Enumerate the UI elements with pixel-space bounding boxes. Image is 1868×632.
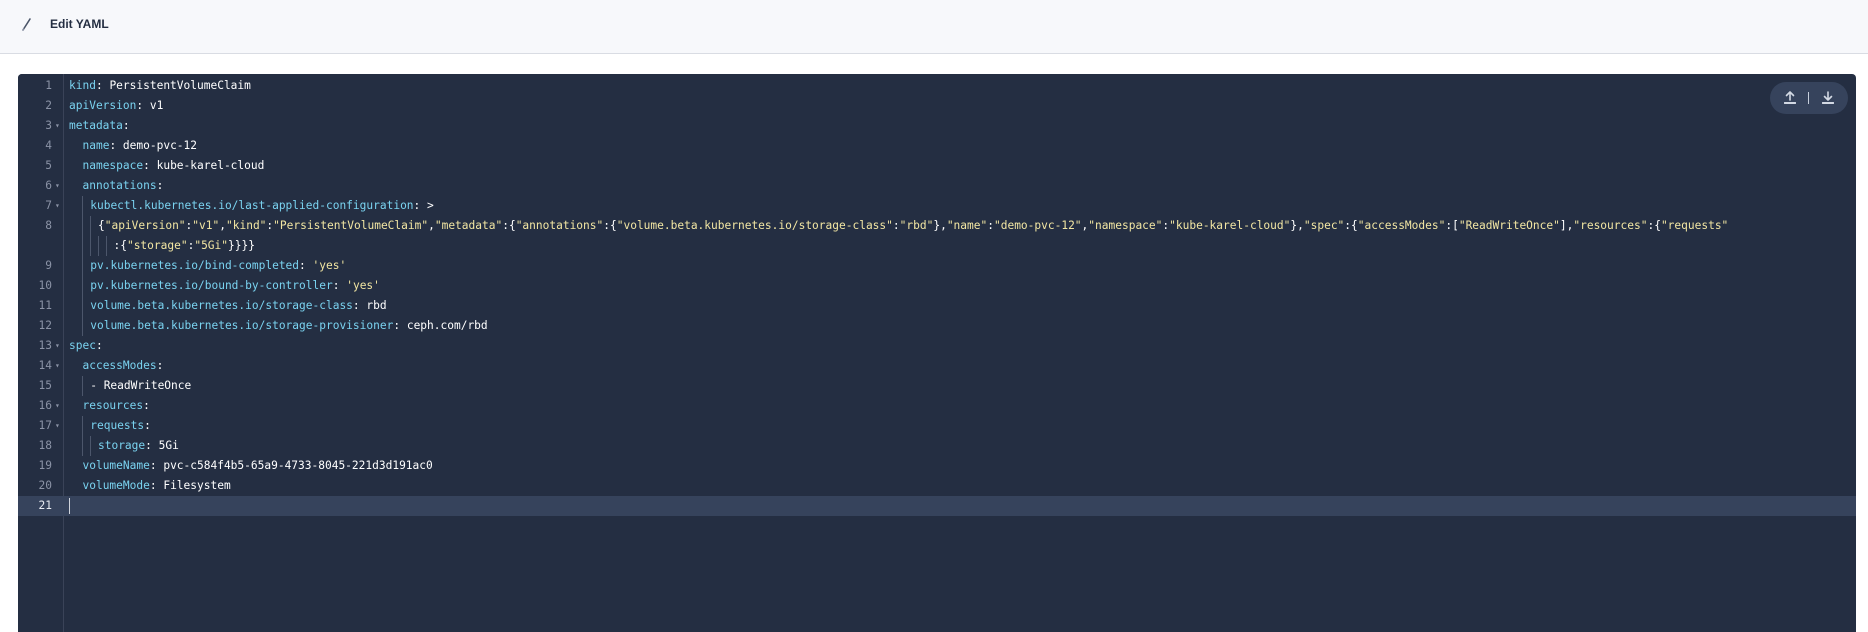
code-text: kubectl.kubernetes.io/last-applied-confi… xyxy=(69,196,434,216)
fold-arrow-icon[interactable]: ▾ xyxy=(55,396,63,416)
code-text: resources: xyxy=(82,399,150,412)
line-number: 7 xyxy=(45,199,52,212)
fold-arrow-icon[interactable]: ▾ xyxy=(55,176,63,196)
code-text xyxy=(69,496,70,516)
page-title: Edit YAML xyxy=(50,17,109,31)
line-number: 4 xyxy=(45,139,52,152)
code-line[interactable]: 8 {"apiVersion":"v1","kind":"PersistentV… xyxy=(18,216,1856,236)
line-number: 5 xyxy=(45,159,52,172)
code-text: - ReadWriteOnce xyxy=(69,376,191,396)
code-text: namespace: kube-karel-cloud xyxy=(82,159,265,172)
code-text: storage: 5Gi xyxy=(69,436,179,456)
fold-arrow-icon[interactable]: ▾ xyxy=(55,196,63,216)
page-header: Edit YAML xyxy=(0,0,1868,54)
code-text: pv.kubernetes.io/bound-by-controller: 'y… xyxy=(69,276,380,296)
code-line[interactable]: 4 name: demo-pvc-12 xyxy=(18,136,1856,156)
code-text: :{"storage":"5Gi"}}}} xyxy=(69,236,255,256)
code-line[interactable]: 7 ▾ kubectl.kubernetes.io/last-applied-co… xyxy=(18,196,1856,216)
code-line[interactable]: 5 namespace: kube-karel-cloud xyxy=(18,156,1856,176)
line-number: 8 xyxy=(45,219,52,232)
code-line[interactable]: :{"storage":"5Gi"}}}} xyxy=(18,236,1856,256)
line-number: 2 xyxy=(45,99,52,112)
code-text: annotations: xyxy=(82,179,164,192)
line-number: 3 xyxy=(45,119,52,132)
code-line[interactable]: 11 volume.beta.kubernetes.io/storage-cla… xyxy=(18,296,1856,316)
upload-icon[interactable] xyxy=(1782,90,1798,106)
fold-arrow-icon[interactable]: ▾ xyxy=(55,416,63,436)
line-number: 10 xyxy=(38,279,52,292)
fold-arrow-icon[interactable]: ▾ xyxy=(55,356,63,376)
line-number: 1 xyxy=(45,79,52,92)
code-line[interactable]: 17 ▾ requests: xyxy=(18,416,1856,436)
download-icon[interactable] xyxy=(1820,90,1836,106)
code-text: spec: xyxy=(69,339,103,352)
line-number: 14 xyxy=(38,359,52,372)
code-line[interactable]: 10 pv.kubernetes.io/bound-by-controller:… xyxy=(18,276,1856,296)
code-text: kind: PersistentVolumeClaim xyxy=(69,79,251,92)
line-number: 11 xyxy=(38,299,52,312)
code-text: metadata: xyxy=(69,119,130,132)
editor-toolbar xyxy=(1770,82,1848,114)
code-line[interactable]: 16 ▾ resources: xyxy=(18,396,1856,416)
line-number: 18 xyxy=(38,439,52,452)
code-line[interactable]: 2 apiVersion: v1 xyxy=(18,96,1856,116)
line-number: 6 xyxy=(45,179,52,192)
code-line[interactable]: 21 xyxy=(18,496,1856,516)
code-line[interactable]: 15 - ReadWriteOnce xyxy=(18,376,1856,396)
code-text: volumeMode: Filesystem xyxy=(82,479,231,492)
code-text: name: demo-pvc-12 xyxy=(82,139,198,152)
code-line[interactable]: 14 ▾ accessModes: xyxy=(18,356,1856,376)
line-number: 15 xyxy=(38,379,52,392)
code-text: accessModes: xyxy=(82,359,164,372)
code-text: {"apiVersion":"v1","kind":"PersistentVol… xyxy=(69,216,1728,236)
line-number: 13 xyxy=(38,339,52,352)
code-line[interactable]: 20 volumeMode: Filesystem xyxy=(18,476,1856,496)
code-line[interactable]: 12 volume.beta.kubernetes.io/storage-pro… xyxy=(18,316,1856,336)
code-text: volume.beta.kubernetes.io/storage-provis… xyxy=(69,316,488,336)
yaml-editor[interactable]: 1 kind: PersistentVolumeClaim 2 apiVersion:… xyxy=(18,74,1856,632)
code-text: volume.beta.kubernetes.io/storage-class:… xyxy=(69,296,387,316)
line-number: 12 xyxy=(38,319,52,332)
code-text: volumeName: pvc-c584f4b5-65a9-4733-8045-… xyxy=(82,459,433,472)
code-text: apiVersion: v1 xyxy=(69,99,164,112)
pen-icon xyxy=(22,18,31,31)
code-line[interactable]: 13 ▾ spec: xyxy=(18,336,1856,356)
code-line[interactable]: 9 pv.kubernetes.io/bind-completed: 'yes' xyxy=(18,256,1856,276)
line-number: 16 xyxy=(38,399,52,412)
line-number: 9 xyxy=(45,259,52,272)
code-line[interactable]: 19 volumeName: pvc-c584f4b5-65a9-4733-80… xyxy=(18,456,1856,476)
code-text: pv.kubernetes.io/bind-completed: 'yes' xyxy=(69,256,346,276)
fold-arrow-icon[interactable]: ▾ xyxy=(55,116,63,136)
text-cursor xyxy=(69,498,70,514)
code-line[interactable]: 3 ▾ metadata: xyxy=(18,116,1856,136)
code-line[interactable]: 1 kind: PersistentVolumeClaim xyxy=(18,76,1856,96)
line-number: 21 xyxy=(38,499,52,512)
line-number: 19 xyxy=(38,459,52,472)
code-lines[interactable]: 1 kind: PersistentVolumeClaim 2 apiVersion:… xyxy=(18,74,1856,516)
line-number: 17 xyxy=(38,419,52,432)
line-number: 20 xyxy=(38,479,52,492)
code-line[interactable]: 18 storage: 5Gi xyxy=(18,436,1856,456)
toolbar-divider xyxy=(1808,92,1809,104)
code-text: requests: xyxy=(69,416,151,436)
fold-arrow-icon[interactable]: ▾ xyxy=(55,336,63,356)
code-line[interactable]: 6 ▾ annotations: xyxy=(18,176,1856,196)
